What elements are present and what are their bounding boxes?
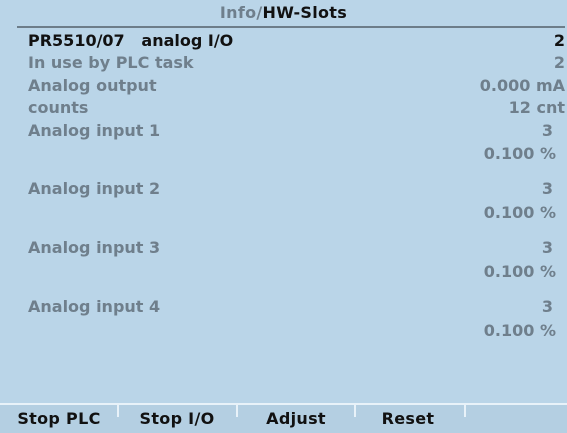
analog-input-4-percent: 0.100 % [483, 321, 556, 340]
list-item-analog-input-2: Analog input 2 3 [28, 178, 565, 200]
analog-input-3-percent: 0.100 % [483, 262, 556, 281]
counts-value: 12 cnt [508, 98, 565, 117]
analog-input-4-label: Analog input 4 [28, 297, 161, 316]
softkey-separator [464, 405, 466, 417]
analog-input-2-percent: 0.100 % [483, 203, 556, 222]
analog-input-3-label: Analog input 3 [28, 238, 161, 257]
analog-input-1-slot: 3 [541, 121, 553, 140]
blank-softkey[interactable] [468, 405, 565, 433]
list-item-analog-output: Analog output 0.000 mA [28, 75, 565, 97]
list-item-analog-input-3: Analog input 3 3 [28, 237, 565, 259]
counts-label: counts [28, 98, 89, 117]
list-item-analog-input-4: Analog input 4 3 [28, 296, 565, 318]
page-title: Info/HW-Slots [0, 0, 567, 26]
adjust-button[interactable]: Adjust [239, 405, 353, 433]
stop-io-button[interactable]: Stop I/O [120, 405, 234, 433]
module-slot-value: 2 [553, 31, 565, 50]
analog-input-2-label: Analog input 2 [28, 179, 161, 198]
list-item-analog-input-3-percent: 0.100 % [28, 261, 565, 283]
plc-task-value: 2 [553, 53, 565, 72]
stop-plc-button[interactable]: Stop PLC [2, 405, 116, 433]
hw-slots-screen: Info/HW-Slots PR5510/07 analog I/O 2 In … [0, 0, 567, 433]
reset-button[interactable]: Reset [358, 405, 458, 433]
list-item-analog-input-2-percent: 0.100 % [28, 202, 565, 224]
softkey-separator [117, 405, 119, 417]
list-item-plc-task: In use by PLC task 2 [28, 52, 565, 74]
analog-output-value: 0.000 mA [479, 76, 565, 95]
analog-input-2-slot: 3 [541, 179, 553, 198]
list-item-module[interactable]: PR5510/07 analog I/O 2 [28, 30, 565, 52]
title-current: HW-Slots [262, 3, 348, 22]
analog-input-1-label: Analog input 1 [28, 121, 161, 140]
softkey-separator [236, 405, 238, 417]
list-item-analog-input-1: Analog input 1 3 [28, 120, 565, 142]
analog-input-3-slot: 3 [541, 238, 553, 257]
title-divider [17, 26, 565, 28]
title-breadcrumb: Info/ [219, 3, 263, 22]
list-item-counts: counts 12 cnt [28, 97, 565, 119]
softkey-separator [354, 405, 356, 417]
analog-input-1-percent: 0.100 % [483, 144, 556, 163]
module-label: PR5510/07 analog I/O [28, 31, 234, 50]
analog-input-4-slot: 3 [541, 297, 553, 316]
plc-task-label: In use by PLC task [28, 53, 194, 72]
list-item-analog-input-1-percent: 0.100 % [28, 143, 565, 165]
analog-output-label: Analog output [28, 76, 157, 95]
list-item-analog-input-4-percent: 0.100 % [28, 320, 565, 342]
